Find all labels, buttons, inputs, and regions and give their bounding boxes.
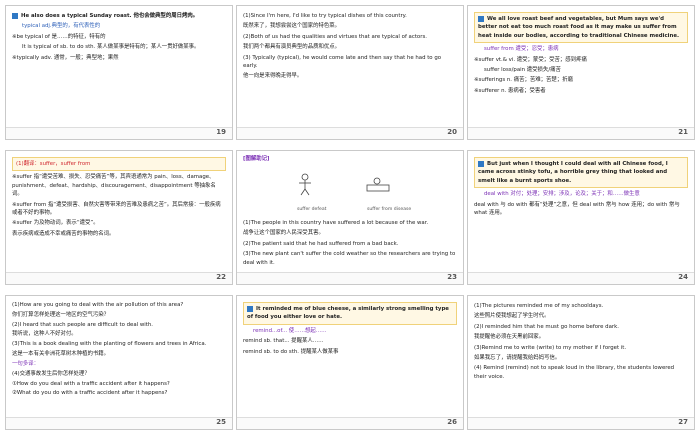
slide-number: 21 (678, 128, 688, 136)
slide-number: 25 (216, 418, 226, 426)
slide-text: 他一向是来得晚走得早。 (243, 73, 303, 80)
slide-text: (3)Remind me to write (write) to my moth… (474, 344, 627, 351)
slide-footer (468, 272, 694, 284)
slide-text: (1)The pictures reminded me of my school… (474, 303, 604, 309)
slide-text: 一句多译： (12, 360, 39, 367)
caption: suffer from disease (367, 207, 412, 212)
slide-23[interactable]: [图解助记] suffer defeat suffer from disease… (236, 150, 464, 285)
slide-text: It reminded me of blue cheese, a similar… (247, 306, 449, 321)
slide-text: (2)Both of us had the qualities and virt… (243, 33, 427, 40)
slide-text: (2)I reminded him that he must go home b… (474, 323, 619, 330)
slide-20[interactable]: (1)Since I'm here, I'd like to try typic… (236, 5, 464, 140)
slide-21[interactable]: We all love roast beef and vegetables, b… (467, 5, 695, 140)
slide-text: (3)This is a book dealing with the plant… (12, 341, 207, 348)
slide-footer (468, 127, 694, 139)
slide-text: 既然来了，我想尝尝这个国家的特色菜。 (243, 23, 341, 30)
caption: suffer defeat (297, 207, 327, 212)
slide-text: 这些照片使我想起了学生时代。 (474, 313, 550, 320)
slide-number: 24 (678, 273, 688, 281)
slide-text: 我听说，这种人不好对付。 (12, 331, 77, 338)
slide-footer (6, 127, 232, 139)
slide-22[interactable]: (1)翻译：suffer，suffer from ※suffer 指“遭受苦难、… (5, 150, 233, 285)
bullet-square-icon (478, 160, 484, 167)
slide-number: 22 (216, 273, 226, 281)
slide-footer (468, 417, 694, 429)
slide-text: ②What do you do with a traffic accident … (12, 390, 168, 397)
slide-text: (1)Since I'm here, I'd like to try typic… (243, 13, 407, 19)
slide-text: 战争让这个国家的人民深受其害。 (243, 230, 324, 237)
slide-text: ※typically adv. 通常，一般；典型地；果然 (12, 54, 119, 61)
slide-text: typical adj.典型的，有代表性的 (22, 23, 101, 30)
slide-number: 27 (678, 418, 688, 426)
slide-27[interactable]: (1)The pictures reminded me of my school… (467, 295, 695, 430)
slide-25[interactable]: (1)How are you going to deal with the ai… (5, 295, 233, 430)
slide-number: 26 (447, 418, 457, 426)
slide-text: 我提醒他必须在天黑前回家。 (474, 334, 545, 341)
bullet-square-icon (478, 15, 484, 22)
slide-text: (3)The new plant can't suffer the cold w… (243, 251, 456, 266)
slide-26[interactable]: It reminded me of blue cheese, a similar… (236, 295, 464, 430)
slide-footer (237, 417, 463, 429)
bullet-square-icon (12, 12, 18, 19)
slide-footer (237, 272, 463, 284)
slide-footer (237, 127, 463, 139)
slide-text: ※sufferer n. 患病者；受害者 (474, 87, 546, 94)
slide-number: 20 (447, 128, 457, 136)
slide-footer (6, 417, 232, 429)
slide-text: (3) Typically (typical), he would come l… (243, 54, 442, 69)
slide-text: It is typical of sb. to do sth. 某人做某事是特有… (22, 44, 200, 51)
slide-text: ※suffer 指“遭受苦难、损失、忍受痛苦”等，其宾语通常为 pain、los… (12, 174, 216, 198)
slide-24[interactable]: But just when I thought I could deal wit… (467, 150, 695, 285)
slide-text: remind...of... 使……想起…… (253, 327, 327, 334)
slide-text: 表示疾病或造成不幸或痛苦的事物的名词。 (12, 230, 115, 237)
slide-text: ※suffer 为及物动词，表示“遭受”。 (12, 220, 99, 227)
slide-text: suffer loss/pain 遭受损失/痛苦 (484, 66, 561, 73)
slide-text: remind sb. that... 提醒某人…… (243, 338, 324, 345)
slide-text: ※suffer from 指“遭受损害、自然灾害等带来的苦难及患病之苦”。其后常… (12, 201, 221, 216)
slide-text: deal with 对付；处理；安排；涉及，论及；关于；和……做生意 (484, 191, 640, 198)
slide-text: (4)交通事故发生后你怎样处理？ (12, 370, 90, 377)
slide-text: (1)The people in this country have suffe… (243, 220, 429, 226)
slide-text: ※suffer vt.& vi. 遭受；蒙受；受苦；感到疼痛 (474, 56, 587, 63)
slide-text: ①How do you deal with a traffic accident… (12, 380, 170, 387)
slide-text: But just when I thought I could deal wit… (478, 161, 668, 184)
slide-text: ※sufferings n. 痛苦；苦难；苦楚；折磨 (474, 77, 573, 84)
slide-19[interactable]: He also does a typical Sunday roast. 他也会… (5, 5, 233, 140)
illustration (299, 173, 390, 196)
slide-text: ※be typical of 是……的特征，特有的 (12, 33, 106, 40)
slide-text: [图解助记] (243, 156, 270, 162)
slide-text: 你们打算怎样处理这一地区的空气污染？ (12, 311, 110, 318)
slide-text: remind sb. to do sth. 提醒某人做某事 (243, 348, 339, 355)
slide-footer (6, 272, 232, 284)
slide-number: 19 (216, 128, 226, 136)
slide-text: suffer from 遭受；忍受；患病 (484, 46, 559, 53)
slide-text: 我们两个都具有演员典型的品质和优点。 (243, 44, 341, 51)
slide-text: (2)I heard that such people are difficul… (12, 321, 153, 328)
slide-text: He also does a typical Sunday roast. 他也会… (21, 13, 199, 19)
slide-text: We all love roast beef and vegetables, b… (478, 16, 680, 39)
slide-text: 这是一本有关非洲花草树木种植的书籍。 (12, 351, 110, 358)
slide-text: (1)How are you going to deal with the ai… (12, 302, 184, 308)
slide-text: deal with 与 do with 都有“处理”之意，但 deal with… (474, 201, 680, 216)
slide-text: (2)The patient said that he had suffered… (243, 240, 399, 247)
slide-text: (1)翻译：suffer，suffer from (12, 157, 226, 172)
slide-text: (4) Remind (remind) not to speak loud in… (474, 365, 675, 380)
bullet-square-icon (247, 305, 253, 312)
slide-number: 23 (447, 273, 457, 281)
slide-text: 如果我忘了，请提醒我给妈妈写信。 (474, 354, 561, 361)
